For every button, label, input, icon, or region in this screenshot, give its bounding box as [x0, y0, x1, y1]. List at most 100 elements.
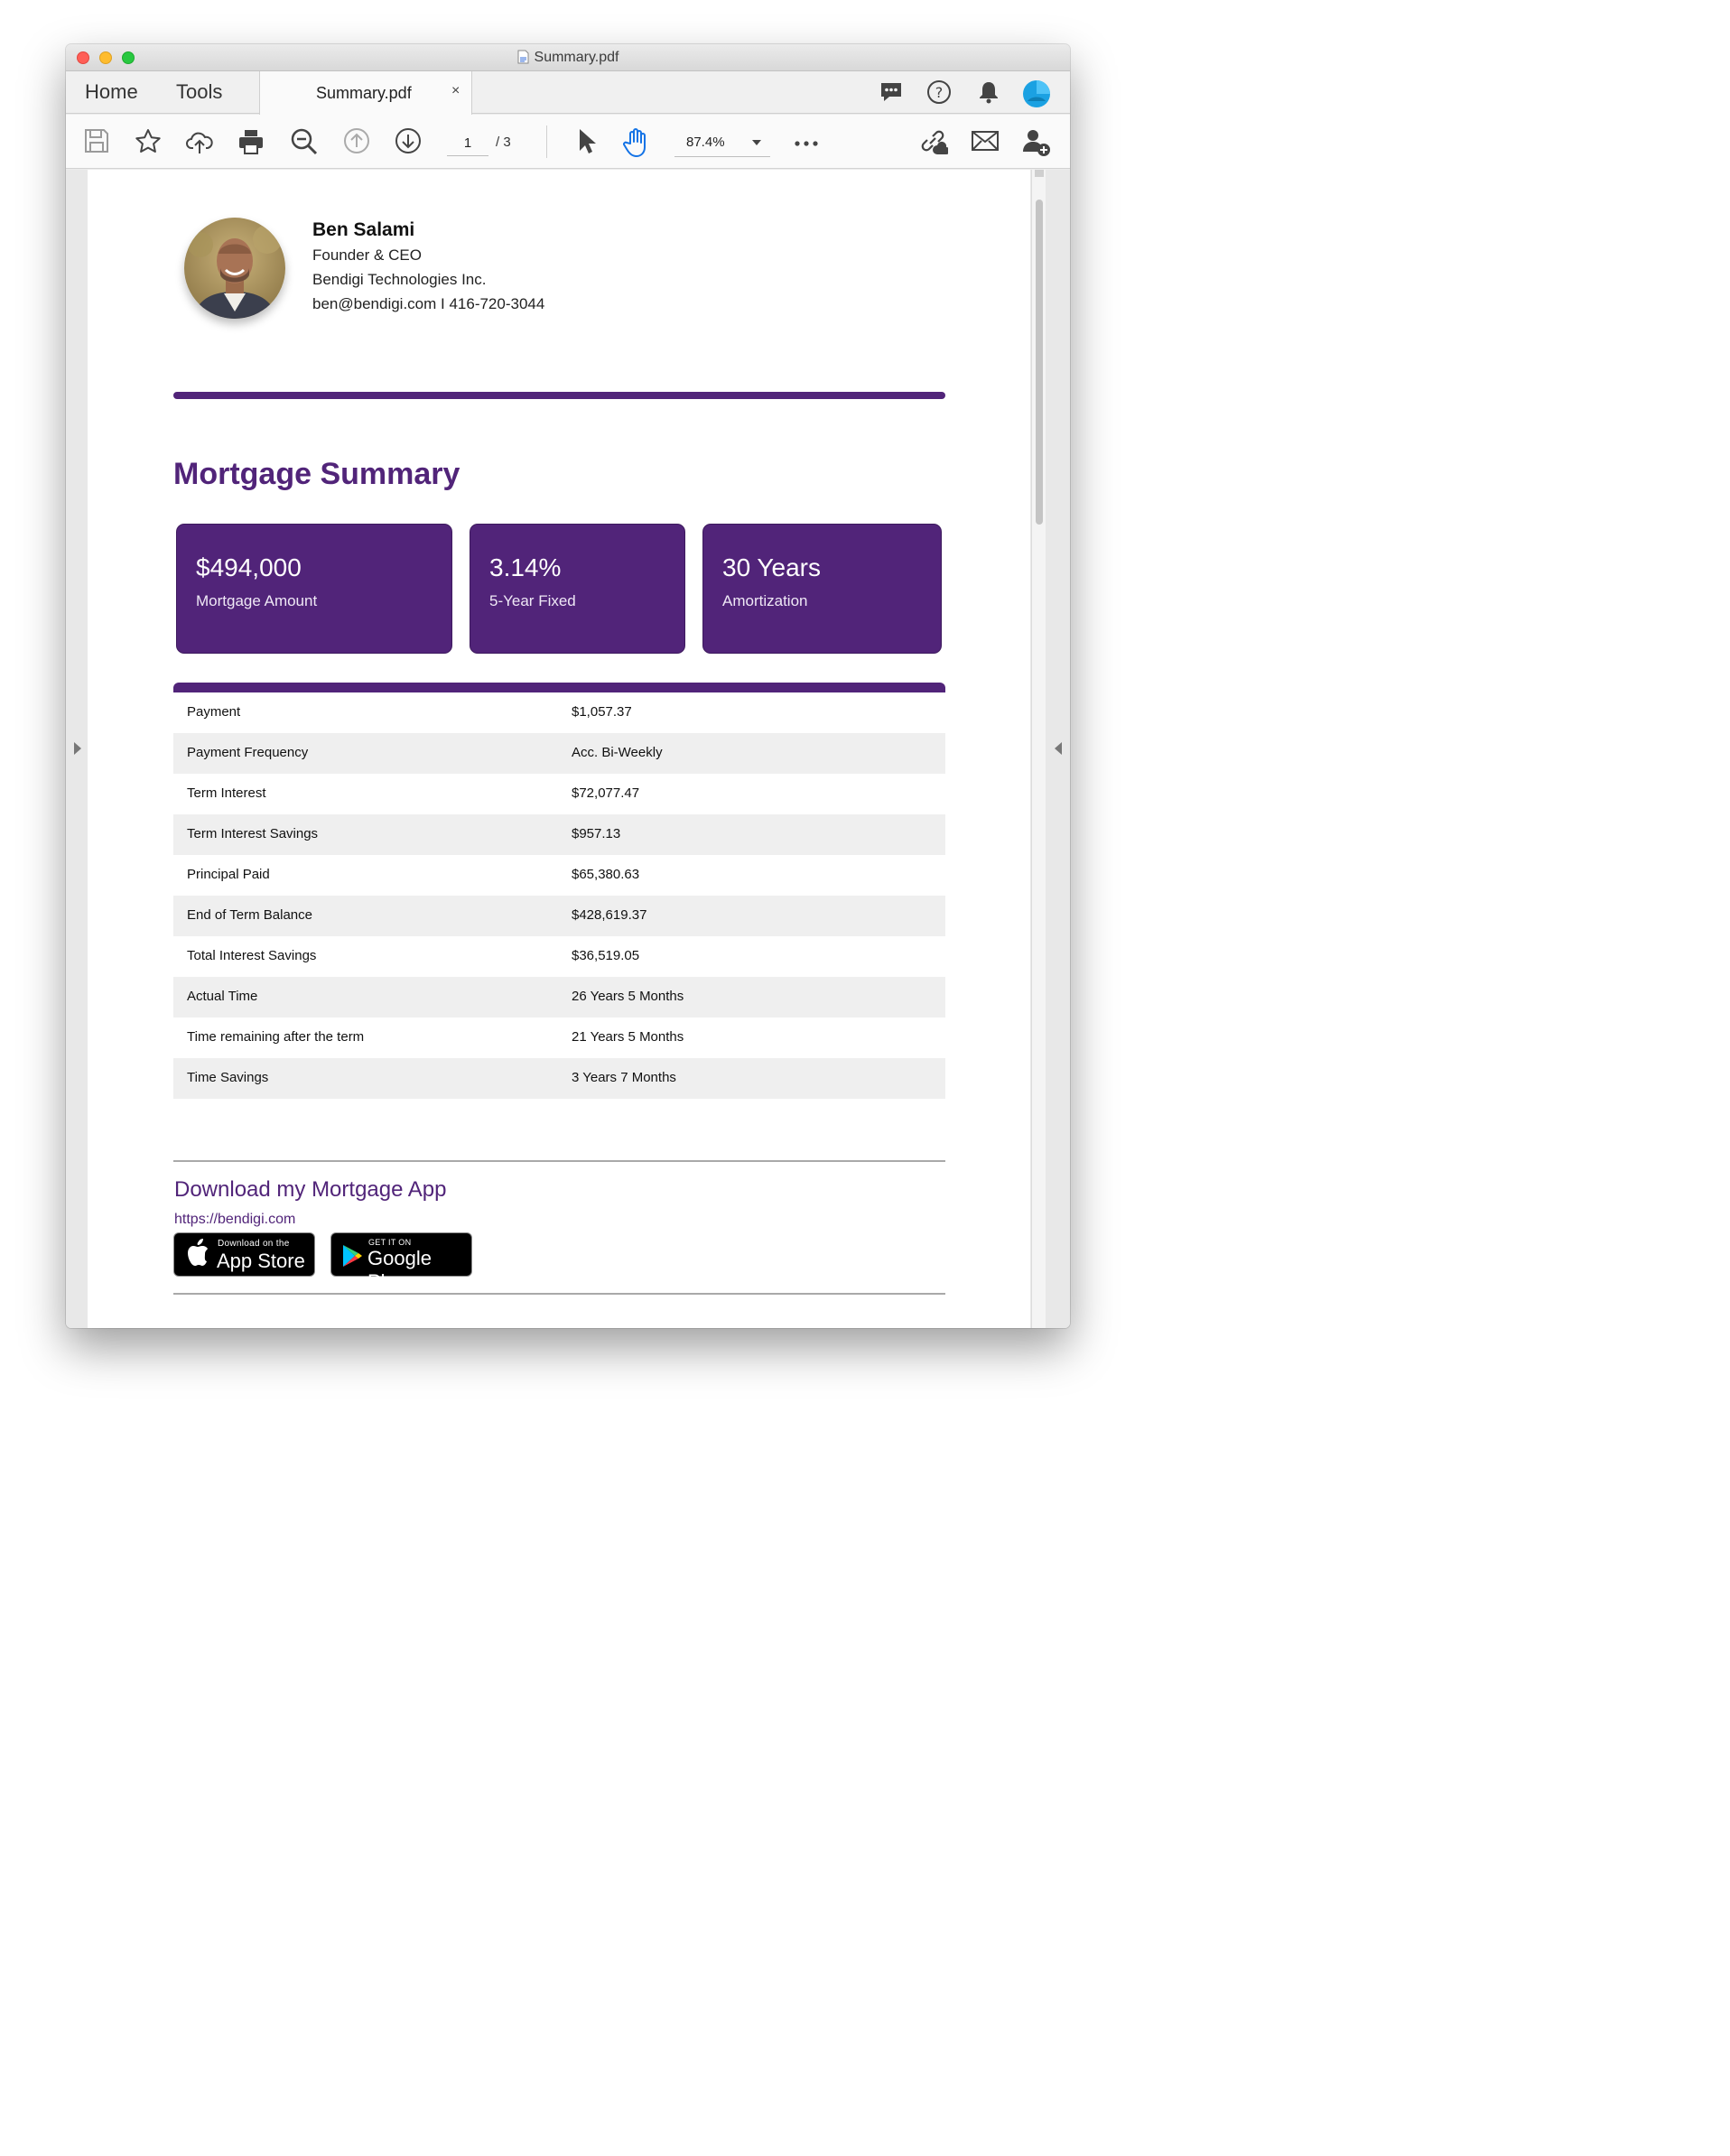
- window-title-text: Summary.pdf: [534, 50, 619, 65]
- table-row: Time Savings 3 Years 7 Months: [173, 1058, 945, 1099]
- row-value: $36,519.05: [572, 948, 640, 963]
- comment-icon[interactable]: [879, 79, 904, 109]
- contact-email-phone: ben@bendigi.com I 416-720-3044: [312, 295, 545, 312]
- table-row: Principal Paid $65,380.63: [173, 855, 945, 896]
- zoom-value: 87.4%: [686, 135, 725, 150]
- stat-label: Amortization: [722, 592, 808, 609]
- tab-home[interactable]: Home: [85, 80, 138, 104]
- row-label: Time remaining after the term: [187, 1029, 365, 1045]
- row-label: End of Term Balance: [187, 907, 312, 923]
- add-user-icon[interactable]: [1021, 127, 1052, 163]
- row-value: $65,380.63: [572, 867, 640, 882]
- stat-label: Mortgage Amount: [196, 592, 318, 609]
- document-area: Ben Salami Founder & CEO Bendigi Technol…: [66, 170, 1070, 1328]
- app-section-divider-bottom: [173, 1293, 945, 1295]
- left-pane-toggle-icon[interactable]: [74, 742, 81, 755]
- row-value: $428,619.37: [572, 907, 647, 923]
- scroll-thumb[interactable]: [1036, 200, 1043, 525]
- tab-document-label: Summary.pdf: [316, 84, 412, 102]
- google-play-icon: [341, 1244, 363, 1272]
- more-icon[interactable]: [794, 136, 819, 153]
- page-number-input[interactable]: [447, 131, 488, 156]
- toolbar-separator: [546, 125, 547, 158]
- previous-page-icon[interactable]: [343, 127, 370, 159]
- acrobat-window: Summary.pdf Home Tools Summary.pdf × ? 1…: [66, 44, 1070, 1328]
- table-row: Term Interest Savings $957.13: [173, 814, 945, 855]
- row-value: 21 Years 5 Months: [572, 1029, 684, 1045]
- row-value: $957.13: [572, 826, 621, 841]
- stat-card-rate: 3.14% 5-Year Fixed: [470, 525, 684, 653]
- close-tab-button[interactable]: ×: [451, 83, 460, 99]
- window-title: Summary.pdf: [66, 50, 1070, 69]
- help-icon[interactable]: ?: [926, 79, 952, 109]
- table-row: Payment $1,057.37: [173, 692, 945, 733]
- row-value: Acc. Bi-Weekly: [572, 745, 663, 760]
- google-play-small-text: GET IT ON: [368, 1238, 412, 1247]
- row-value: 3 Years 7 Months: [572, 1070, 676, 1085]
- row-label: Payment Frequency: [187, 745, 309, 760]
- svg-text:?: ?: [935, 84, 944, 101]
- header-divider: [173, 392, 945, 399]
- contact-role: Founder & CEO: [312, 246, 422, 264]
- stat-card-mortgage-amount: $494,000 Mortgage Amount: [177, 525, 451, 653]
- tab-bar: Home Tools Summary.pdf × ?: [66, 71, 1070, 115]
- app-section-title: Download my Mortgage App: [174, 1177, 447, 1202]
- table-row: End of Term Balance $428,619.37: [173, 896, 945, 936]
- row-label: Total Interest Savings: [187, 948, 317, 963]
- right-pane-toggle-icon[interactable]: [1055, 742, 1062, 755]
- stat-value: 3.14%: [489, 553, 562, 581]
- table-row: Actual Time 26 Years 5 Months: [173, 977, 945, 1018]
- stat-card-amortization: 30 Years Amortization: [703, 525, 941, 653]
- contact-company: Bendigi Technologies Inc.: [312, 271, 487, 288]
- document-icon: [517, 50, 529, 69]
- stat-value: $494,000: [196, 553, 302, 581]
- row-label: Principal Paid: [187, 867, 270, 882]
- app-section-divider-top: [173, 1160, 945, 1162]
- profile-icon[interactable]: [1022, 79, 1051, 113]
- select-cursor-icon[interactable]: [574, 127, 598, 159]
- app-store-small-text: Download on the: [218, 1239, 290, 1249]
- email-icon[interactable]: [971, 129, 1000, 157]
- app-store-button[interactable]: Download on the App Store: [174, 1233, 314, 1276]
- summary-table: Payment $1,057.37 Payment Frequency Acc.…: [173, 683, 945, 1099]
- row-value: 26 Years 5 Months: [572, 989, 684, 1004]
- print-icon[interactable]: [237, 127, 265, 161]
- table-row: Time remaining after the term 21 Years 5…: [173, 1018, 945, 1058]
- stat-label: 5-Year Fixed: [489, 592, 576, 609]
- apple-icon: [184, 1239, 209, 1272]
- table-row: Total Interest Savings $36,519.05: [173, 936, 945, 977]
- app-website-link[interactable]: https://bendigi.com: [174, 1212, 295, 1228]
- bookmark-star-icon[interactable]: [134, 127, 163, 161]
- pdf-page: Ben Salami Founder & CEO Bendigi Technol…: [88, 170, 1030, 1328]
- title-bar: Summary.pdf: [66, 44, 1070, 71]
- page-title: Mortgage Summary: [173, 457, 460, 491]
- contact-name: Ben Salami: [312, 219, 415, 240]
- bell-icon[interactable]: [976, 79, 1001, 109]
- row-label: Term Interest Savings: [187, 826, 319, 841]
- tab-document[interactable]: Summary.pdf ×: [259, 71, 472, 115]
- save-icon[interactable]: [83, 127, 110, 159]
- row-label: Actual Time: [187, 989, 258, 1004]
- table-header-bar: [173, 683, 945, 692]
- app-store-big-text: App Store: [217, 1250, 305, 1272]
- tab-tools[interactable]: Tools: [176, 80, 222, 104]
- share-link-icon[interactable]: [917, 127, 950, 161]
- hand-tool-icon[interactable]: [621, 127, 652, 163]
- upload-cloud-icon[interactable]: [185, 127, 214, 161]
- row-label: Time Savings: [187, 1070, 269, 1085]
- chevron-down-icon: [752, 140, 761, 145]
- next-page-icon[interactable]: [395, 127, 422, 159]
- row-value: $72,077.47: [572, 785, 640, 801]
- row-value: $1,057.37: [572, 704, 632, 720]
- zoom-out-icon[interactable]: [290, 127, 319, 161]
- table-row: Payment Frequency Acc. Bi-Weekly: [173, 733, 945, 774]
- vertical-scrollbar[interactable]: [1031, 170, 1046, 1328]
- row-label: Term Interest: [187, 785, 266, 801]
- table-row: Term Interest $72,077.47: [173, 774, 945, 814]
- scroll-up-button[interactable]: [1035, 170, 1044, 177]
- stat-value: 30 Years: [722, 553, 821, 581]
- toolbar: / 3 87.4%: [66, 115, 1070, 169]
- google-play-big-text: Google Play: [367, 1247, 432, 1293]
- google-play-button[interactable]: GET IT ON Google Play: [331, 1233, 471, 1293]
- zoom-select[interactable]: 87.4%: [674, 131, 770, 157]
